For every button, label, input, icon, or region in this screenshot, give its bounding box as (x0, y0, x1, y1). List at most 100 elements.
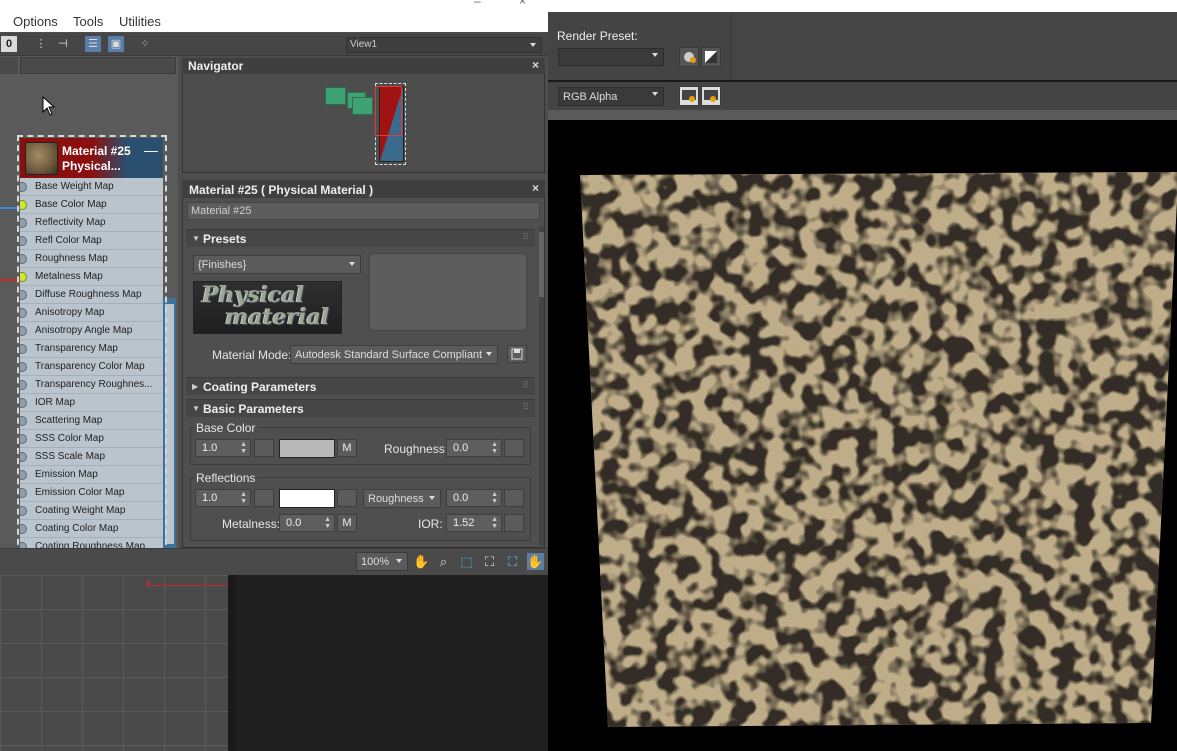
base-weight-spinner[interactable]: 1.0 ▲ ▼ (195, 439, 251, 457)
collapse-arrow-icon: ▼ (192, 234, 200, 243)
node-slot[interactable]: Base Color Map (20, 196, 163, 214)
select-by-material-icon[interactable]: ⁘ (137, 36, 153, 52)
slot-socket-icon[interactable] (20, 398, 27, 408)
view-dropdown[interactable]: View1 (346, 37, 542, 53)
slot-socket-icon[interactable] (20, 434, 27, 444)
node-slot[interactable]: Transparency Roughnes... (20, 376, 163, 394)
node-slot[interactable]: Anisotropy Map (20, 304, 163, 322)
slot-socket-icon[interactable] (20, 380, 27, 390)
coating-rollout-header[interactable]: ▶ Coating Parameters ⠿ (186, 377, 535, 395)
navigator-close-button[interactable]: × (532, 58, 539, 72)
monochrome-icon[interactable] (701, 86, 721, 106)
presets-dropdown[interactable]: {Finishes} (193, 255, 361, 274)
reset-zero-icon[interactable]: 0 (1, 36, 17, 52)
slot-socket-icon[interactable] (20, 236, 27, 246)
slot-socket-icon[interactable] (20, 488, 27, 498)
node-slot[interactable]: Roughness Map (20, 250, 163, 268)
zoom-dropdown[interactable]: 100% (356, 552, 408, 571)
ior-spinner[interactable]: 1.52 ▲ ▼ (446, 514, 502, 532)
reflection-weight-map-button[interactable] (254, 489, 274, 507)
base-color-map-button[interactable]: M (337, 439, 357, 457)
environment-exposure-icon[interactable] (701, 47, 721, 67)
pan-hand-icon[interactable]: ✋ (413, 553, 430, 570)
reflection-color-map-button[interactable] (337, 489, 357, 507)
slot-socket-icon[interactable] (20, 290, 27, 300)
basic-rollout-header[interactable]: ▼ Basic Parameters ⠿ (186, 399, 535, 417)
reflection-roughness-spinner[interactable]: 0.0 ▲ ▼ (446, 489, 502, 507)
node-slot[interactable]: Refl Color Map (20, 232, 163, 250)
material-map-browser-icon[interactable]: ☰ (85, 36, 101, 52)
zoom-magnifier-icon[interactable]: ⌕ (435, 553, 452, 570)
slot-socket-icon[interactable] (20, 182, 27, 192)
slot-socket-icon[interactable] (20, 416, 27, 426)
base-color-swatch[interactable] (279, 439, 335, 458)
metalness-map-button[interactable]: M (337, 514, 357, 532)
slot-socket-icon[interactable] (20, 506, 27, 516)
ior-map-button[interactable] (504, 514, 524, 532)
save-preset-button[interactable] (507, 345, 527, 363)
node-slot[interactable]: Reflectivity Map (20, 214, 163, 232)
parameter-editor-close-button[interactable]: × (532, 181, 539, 195)
parameter-scrollbar-thumb[interactable] (539, 232, 544, 297)
slot-socket-icon[interactable] (20, 470, 27, 480)
material-name-field[interactable]: Material #25 (187, 202, 540, 220)
minimize-button[interactable]: – (474, 0, 481, 8)
zoom-extents-icon[interactable]: ⛶ (481, 553, 498, 570)
slot-socket-icon[interactable] (20, 272, 27, 282)
slot-socket-icon[interactable] (20, 200, 27, 210)
render-preset-dropdown[interactable] (558, 48, 664, 66)
close-window-button[interactable]: × (519, 0, 526, 8)
presets-rollout-header[interactable]: ▼ Presets ⠿ (186, 229, 535, 247)
slot-socket-icon[interactable] (20, 362, 27, 372)
node-slot[interactable]: Diffuse Roughness Map (20, 286, 163, 304)
channel-dropdown[interactable]: RGB Alpha (558, 87, 664, 106)
slot-socket-icon[interactable] (20, 452, 27, 462)
reflection-color-swatch[interactable] (279, 489, 335, 508)
base-weight-value: 1.0 (202, 442, 218, 454)
layout-all-icon[interactable]: ⋮ (33, 36, 49, 52)
render-setup-icon[interactable] (679, 47, 699, 67)
display-alpha-icon[interactable] (679, 86, 699, 106)
node-slot[interactable]: Anisotropy Angle Map (20, 322, 163, 340)
reflection-mode-dropdown[interactable]: Roughness (363, 489, 441, 508)
node-slot[interactable]: Coating Weight Map (20, 502, 163, 520)
menu-utilities[interactable]: Utilities (119, 14, 161, 29)
slot-socket-icon[interactable] (20, 218, 27, 228)
node-slot[interactable]: Emission Map (20, 466, 163, 484)
metalness-spinner[interactable]: 0.0 ▲ ▼ (279, 514, 335, 532)
slot-socket-icon[interactable] (20, 308, 27, 318)
pan-to-selected-icon[interactable]: ✋ (527, 553, 544, 570)
roughness-map-button[interactable] (504, 439, 524, 457)
node-slot[interactable]: Transparency Color Map (20, 358, 163, 376)
material-mode-dropdown[interactable]: Autodesk Standard Surface Compliant (290, 345, 498, 364)
menu-tools[interactable]: Tools (73, 14, 103, 29)
slot-socket-icon[interactable] (20, 344, 27, 354)
slot-socket-icon[interactable] (20, 254, 27, 264)
node-slot[interactable]: SSS Color Map (20, 430, 163, 448)
slot-socket-icon[interactable] (20, 524, 27, 534)
menu-options[interactable]: Options (13, 14, 58, 29)
node-slot[interactable]: Scattering Map (20, 412, 163, 430)
node-slot[interactable]: IOR Map (20, 394, 163, 412)
layout-children-icon[interactable]: ⊣ (55, 36, 71, 52)
slot-socket-icon[interactable] (20, 326, 27, 336)
viewport-grid[interactable] (0, 575, 228, 751)
navigator-viewport[interactable] (183, 75, 544, 172)
node-slot[interactable]: Coating Color Map (20, 520, 163, 538)
reflection-weight-spinner[interactable]: 1.0 ▲ ▼ (195, 489, 251, 507)
node-slot[interactable]: Base Weight Map (20, 178, 163, 196)
reflection-roughness-map-button[interactable] (504, 489, 524, 507)
node-search-input[interactable] (20, 57, 176, 74)
base-weight-map-button[interactable] (254, 439, 274, 457)
slot-label: Transparency Roughnes... (35, 379, 153, 390)
node-collapse-button[interactable]: — (144, 142, 158, 158)
roughness-spinner[interactable]: 0.0 ▲ ▼ (446, 439, 502, 457)
node-slot[interactable]: Metalness Map (20, 268, 163, 286)
node-slot[interactable]: Emission Color Map (20, 484, 163, 502)
zoom-region-icon[interactable]: ⬚ (458, 553, 475, 570)
parameter-editor-icon[interactable]: ▣ (108, 36, 124, 52)
zoom-extents-selected-icon[interactable]: ⛶ (504, 553, 521, 570)
navigator-view-rectangle[interactable] (375, 86, 402, 136)
node-slot[interactable]: SSS Scale Map (20, 448, 163, 466)
node-slot[interactable]: Transparency Map (20, 340, 163, 358)
